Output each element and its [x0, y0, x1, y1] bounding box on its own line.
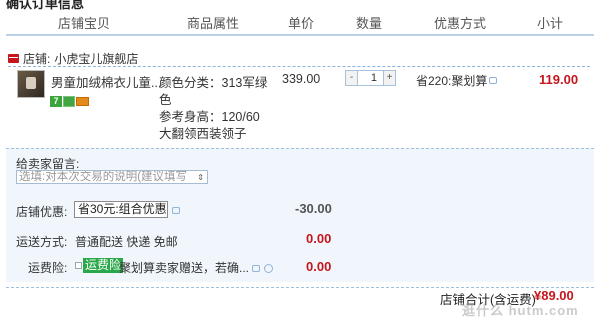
attribute-color: 颜色分类：313军绿 [159, 76, 268, 90]
quantity-input[interactable]: 1 [357, 71, 384, 85]
attribute-collar: 大翻领西装领子 [159, 127, 247, 141]
section-title: 确认订单信息 [6, 0, 85, 11]
seven-day-return-icon: 7 [50, 96, 62, 107]
insurance-amount: 0.00 [306, 259, 332, 274]
product-name-link[interactable]: 男童加绒棉衣儿童... [51, 72, 161, 91]
column-header-subtotal: 小计 [537, 16, 564, 31]
discount-text: 省220:聚划算 [416, 74, 488, 88]
column-header-quantity: 数量 [356, 16, 383, 31]
insurance-description: 聚划算卖家赠送，若确... [119, 261, 250, 275]
store-icon [8, 54, 19, 63]
quantity-plus-button[interactable]: + [384, 71, 395, 85]
header-divider [6, 34, 594, 36]
column-header-attributes: 商品属性 [187, 16, 240, 31]
store-discount-label: 店铺优惠: [16, 205, 68, 219]
unit-price: 339.00 [282, 72, 321, 86]
store-row: 店铺: 小虎宝儿旗舰店 [8, 50, 138, 67]
item-subtotal: 119.00 [539, 72, 579, 87]
store-label: 店铺: [23, 52, 51, 66]
insurance-checkbox[interactable] [75, 262, 82, 269]
insurance-chat-icon[interactable] [252, 265, 261, 272]
credit-card-icon [76, 97, 89, 106]
guarantee-icon [63, 96, 75, 107]
seller-message-input[interactable]: 选填:对本次交易的说明(建议填写 ⇕ [16, 170, 208, 184]
discount-info-icon[interactable] [172, 207, 180, 214]
discount-method: 省220:聚划算 [416, 72, 498, 89]
watermark: 逛什么 hutm.com [462, 303, 579, 317]
store-divider [8, 66, 590, 67]
store-name-link[interactable]: 小虎宝儿旗舰店 [54, 50, 138, 67]
insurance-text: 聚划算卖家赠送，若确... [119, 259, 273, 276]
store-discount-select[interactable]: 省30元:组合优惠 [74, 201, 168, 218]
shipping-method: 普通配送 快递 免邮 [75, 235, 178, 249]
product-thumbnail[interactable] [17, 70, 45, 98]
quantity-stepper[interactable]: - 1 + [345, 70, 396, 86]
shipping-label: 运送方式: [16, 235, 68, 249]
quantity-minus-button[interactable]: - [346, 71, 357, 85]
help-icon[interactable] [263, 264, 273, 274]
column-header-price: 单价 [288, 16, 315, 31]
insurance-tag: 运费险 [83, 258, 124, 273]
message-placeholder: 选填:对本次交易的说明(建议填写 [19, 171, 188, 183]
store-discount-amount: -30.00 [295, 201, 332, 216]
resize-icon[interactable]: ⇕ [197, 172, 204, 183]
shipping-amount: 0.00 [306, 231, 332, 246]
column-header-discount: 优惠方式 [434, 16, 487, 31]
column-header-item: 店铺宝贝 [58, 16, 111, 31]
total-divider [6, 287, 594, 288]
chat-icon[interactable] [489, 77, 498, 84]
insurance-label: 运费险: [28, 261, 68, 275]
